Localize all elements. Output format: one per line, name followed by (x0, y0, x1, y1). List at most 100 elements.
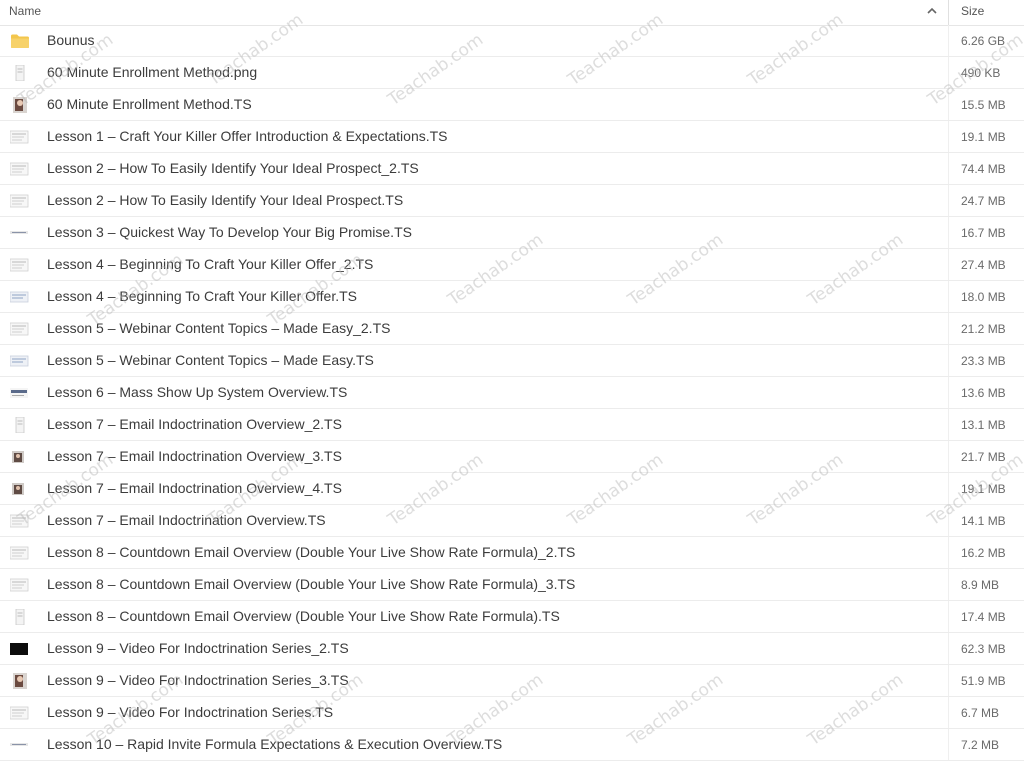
file-name[interactable]: Lesson 8 – Countdown Email Overview (Dou… (47, 608, 560, 624)
file-name[interactable]: Lesson 7 – Email Indoctrination Overview… (47, 416, 342, 432)
file-name[interactable]: Lesson 7 – Email Indoctrination Overview… (47, 480, 342, 496)
file-row[interactable]: Lesson 6 – Mass Show Up System Overview.… (0, 377, 1024, 409)
file-row[interactable]: Lesson 2 – How To Easily Identify Your I… (0, 185, 1024, 217)
file-row[interactable]: Lesson 5 – Webinar Content Topics – Made… (0, 313, 1024, 345)
file-size: 7.2 MB (961, 738, 1000, 752)
file-name[interactable]: Lesson 8 – Countdown Email Overview (Dou… (47, 576, 575, 592)
file-row[interactable]: Lesson 8 – Countdown Email Overview (Dou… (0, 601, 1024, 633)
file-size: 19.1 MB (961, 130, 1006, 144)
file-size: 21.2 MB (961, 322, 1006, 336)
file-row[interactable]: Lesson 5 – Webinar Content Topics – Made… (0, 345, 1024, 377)
column-divider (948, 633, 949, 664)
file-row[interactable]: Lesson 7 – Email Indoctrination Overview… (0, 409, 1024, 441)
file-size: 24.7 MB (961, 194, 1006, 208)
file-size: 16.7 MB (961, 226, 1006, 240)
column-divider (948, 537, 949, 568)
file-size: 15.5 MB (961, 98, 1006, 112)
file-size: 21.7 MB (961, 450, 1006, 464)
file-name[interactable]: Lesson 5 – Webinar Content Topics – Made… (47, 352, 374, 368)
file-row[interactable]: Lesson 3 – Quickest Way To Develop Your … (0, 217, 1024, 249)
file-name[interactable]: Lesson 9 – Video For Indoctrination Seri… (47, 704, 333, 720)
file-name[interactable]: Lesson 10 – Rapid Invite Formula Expecta… (47, 736, 502, 752)
video-thumb-icon (10, 608, 30, 626)
file-row[interactable]: 60 Minute Enrollment Method.TS 15.5 MB (0, 89, 1024, 121)
column-divider (948, 185, 949, 216)
video-thumb-icon (9, 161, 30, 177)
column-divider (948, 281, 949, 312)
file-row[interactable]: Lesson 10 – Rapid Invite Formula Expecta… (0, 729, 1024, 761)
file-name[interactable]: Lesson 7 – Email Indoctrination Overview… (47, 448, 342, 464)
video-thumb-icon (10, 449, 30, 465)
chevron-up-icon[interactable] (924, 3, 940, 19)
file-list: Bounus 6.26 GB 60 Minute Enrollment Method… (0, 25, 1024, 761)
file-row[interactable]: Lesson 7 – Email Indoctrination Overview… (0, 505, 1024, 537)
column-header: Name Size (0, 0, 1024, 26)
file-size: 27.4 MB (961, 258, 1006, 272)
file-name[interactable]: Bounus (47, 32, 94, 48)
column-divider (948, 569, 949, 600)
column-divider (948, 217, 949, 248)
video-thumb-icon (10, 416, 30, 434)
file-row[interactable]: Lesson 4 – Beginning To Craft Your Kille… (0, 281, 1024, 313)
folder-row[interactable]: Bounus 6.26 GB (0, 25, 1024, 57)
column-divider (948, 729, 949, 760)
file-size: 6.7 MB (961, 706, 1000, 720)
file-row[interactable]: Lesson 8 – Countdown Email Overview (Dou… (0, 537, 1024, 569)
size-column-header[interactable]: Size (961, 4, 984, 18)
column-divider (948, 345, 949, 376)
video-thumb-icon (10, 385, 30, 401)
column-divider[interactable] (948, 0, 949, 25)
file-row[interactable]: Lesson 9 – Video For Indoctrination Seri… (0, 633, 1024, 665)
file-name[interactable]: Lesson 8 – Countdown Email Overview (Dou… (47, 544, 575, 560)
column-divider (948, 249, 949, 280)
file-name[interactable]: Lesson 6 – Mass Show Up System Overview.… (47, 384, 347, 400)
file-size: 51.9 MB (961, 674, 1006, 688)
file-row[interactable]: Lesson 4 – Beginning To Craft Your Kille… (0, 249, 1024, 281)
file-row[interactable]: 60 Minute Enrollment Method.png 490 KB (0, 57, 1024, 89)
column-divider (948, 25, 949, 56)
file-size: 18.0 MB (961, 290, 1006, 304)
file-size: 8.9 MB (961, 578, 1000, 592)
file-row[interactable]: Lesson 7 – Email Indoctrination Overview… (0, 441, 1024, 473)
column-divider (948, 121, 949, 152)
file-row[interactable]: Lesson 2 – How To Easily Identify Your I… (0, 153, 1024, 185)
file-row[interactable]: Lesson 7 – Email Indoctrination Overview… (0, 473, 1024, 505)
video-thumb-icon (9, 705, 30, 721)
video-thumb-icon (9, 321, 30, 337)
file-name[interactable]: Lesson 3 – Quickest Way To Develop Your … (47, 224, 412, 240)
file-size: 17.4 MB (961, 610, 1006, 624)
file-name[interactable]: 60 Minute Enrollment Method.TS (47, 96, 252, 112)
column-divider (948, 89, 949, 120)
video-thumb-icon (10, 641, 30, 657)
file-size: 23.3 MB (961, 354, 1006, 368)
file-name[interactable]: Lesson 5 – Webinar Content Topics – Made… (47, 320, 390, 336)
name-column-header[interactable]: Name (9, 4, 41, 18)
video-thumb-icon (10, 481, 30, 497)
file-name[interactable]: Lesson 4 – Beginning To Craft Your Kille… (47, 288, 357, 304)
file-row[interactable]: Lesson 9 – Video For Indoctrination Seri… (0, 697, 1024, 729)
file-size: 14.1 MB (961, 514, 1006, 528)
file-row[interactable]: Lesson 1 – Craft Your Killer Offer Intro… (0, 121, 1024, 153)
video-thumb-icon (9, 129, 30, 145)
file-name[interactable]: Lesson 2 – How To Easily Identify Your I… (47, 160, 419, 176)
file-row[interactable]: Lesson 9 – Video For Indoctrination Seri… (0, 665, 1024, 697)
file-size: 6.26 GB (961, 34, 1006, 48)
file-name[interactable]: Lesson 9 – Video For Indoctrination Seri… (47, 672, 349, 688)
file-name[interactable]: 60 Minute Enrollment Method.png (47, 64, 257, 80)
file-size: 13.6 MB (961, 386, 1006, 400)
video-thumb-icon (9, 193, 30, 209)
file-name[interactable]: Lesson 2 – How To Easily Identify Your I… (47, 192, 403, 208)
file-name[interactable]: Lesson 9 – Video For Indoctrination Seri… (47, 640, 349, 656)
file-name[interactable]: Lesson 4 – Beginning To Craft Your Kille… (47, 256, 373, 272)
column-divider (948, 505, 949, 536)
video-thumb-icon (10, 225, 30, 241)
file-name[interactable]: Lesson 1 – Craft Your Killer Offer Intro… (47, 128, 448, 144)
file-row[interactable]: Lesson 8 – Countdown Email Overview (Dou… (0, 569, 1024, 601)
file-name[interactable]: Lesson 7 – Email Indoctrination Overview… (47, 512, 326, 528)
column-divider (948, 409, 949, 440)
column-divider (948, 153, 949, 184)
folder-icon (10, 33, 30, 49)
column-divider (948, 697, 949, 728)
video-thumb-icon (10, 97, 30, 113)
video-thumb-icon (10, 737, 30, 753)
